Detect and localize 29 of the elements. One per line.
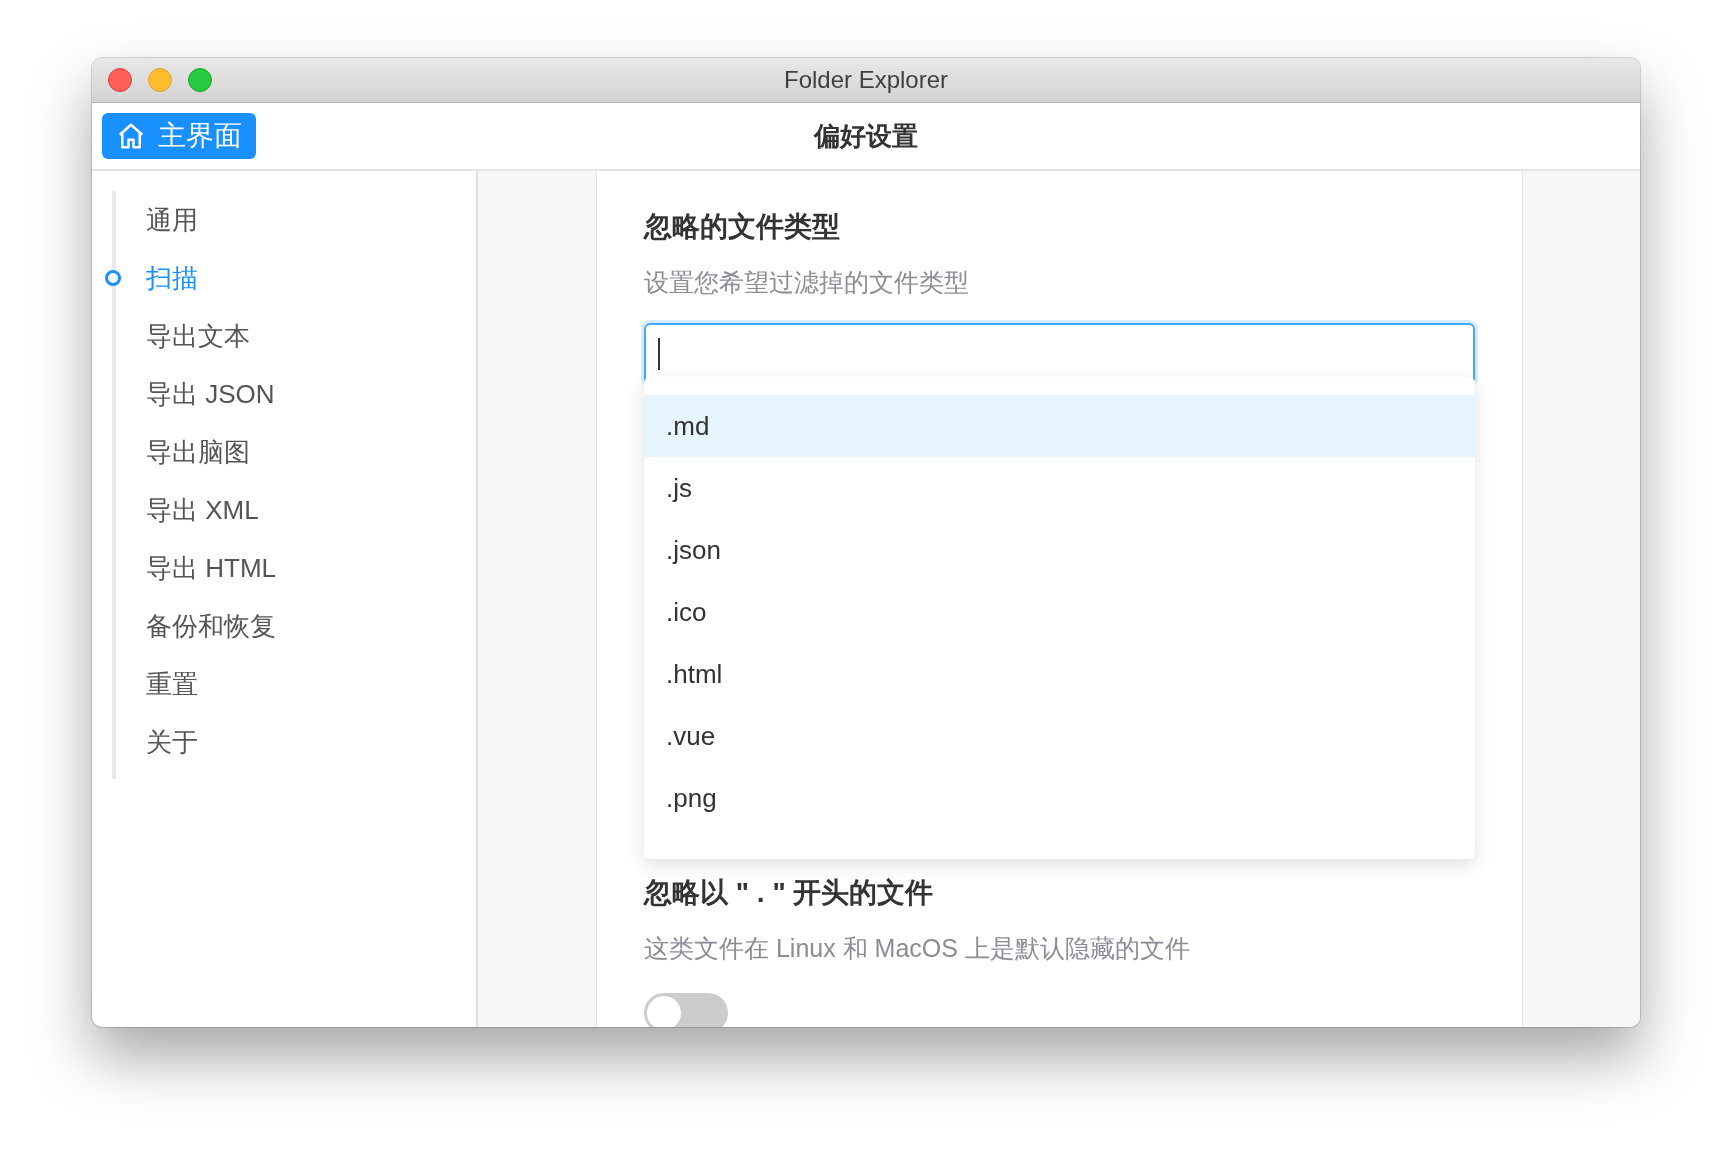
sidebar-item[interactable]: 备份和恢复 (102, 597, 476, 655)
dropdown-option[interactable]: .js (644, 457, 1475, 519)
window-title: Folder Explorer (783, 66, 949, 93)
toggle-switch[interactable] (644, 993, 728, 1027)
section-description: 这类文件在 Linux 和 MacOS 上是默认隐藏的文件 (644, 933, 1191, 964)
close-button[interactable] (108, 68, 132, 92)
section-heading: 忽略的文件类型 (644, 210, 841, 244)
home-icon (116, 121, 146, 151)
sidebar-item[interactable]: 导出 JSON (102, 365, 476, 423)
sidebar-item[interactable]: 导出 XML (102, 481, 476, 539)
maximize-button[interactable] (188, 68, 212, 92)
sidebar-item[interactable]: 导出脑图 (102, 423, 476, 481)
dropdown-option[interactable]: .ico (644, 581, 1475, 643)
section-description: 设置您希望过滤掉的文件类型 (644, 267, 970, 298)
text-cursor (658, 338, 660, 370)
dropdown-option[interactable]: .md (644, 395, 1475, 457)
dropdown-option[interactable]: .png (644, 767, 1475, 829)
sidebar-item[interactable]: 导出 HTML (102, 539, 476, 597)
sidebar-item[interactable]: 重置 (102, 655, 476, 713)
section-heading: 忽略以 " . " 开头的文件 (644, 876, 935, 910)
sidebar-item[interactable]: 导出文本 (102, 307, 476, 365)
dropdown-option[interactable]: .vue (644, 705, 1475, 767)
dropdown-option[interactable]: .json (644, 519, 1475, 581)
dropdown-option[interactable]: .html (644, 643, 1475, 705)
sidebar-item[interactable]: 通用 (102, 191, 476, 249)
minimize-button[interactable] (148, 68, 172, 92)
page-title: 偏好设置 (814, 120, 918, 151)
selection-dot-icon (105, 270, 121, 286)
sidebar-item[interactable]: 关于 (102, 713, 476, 771)
